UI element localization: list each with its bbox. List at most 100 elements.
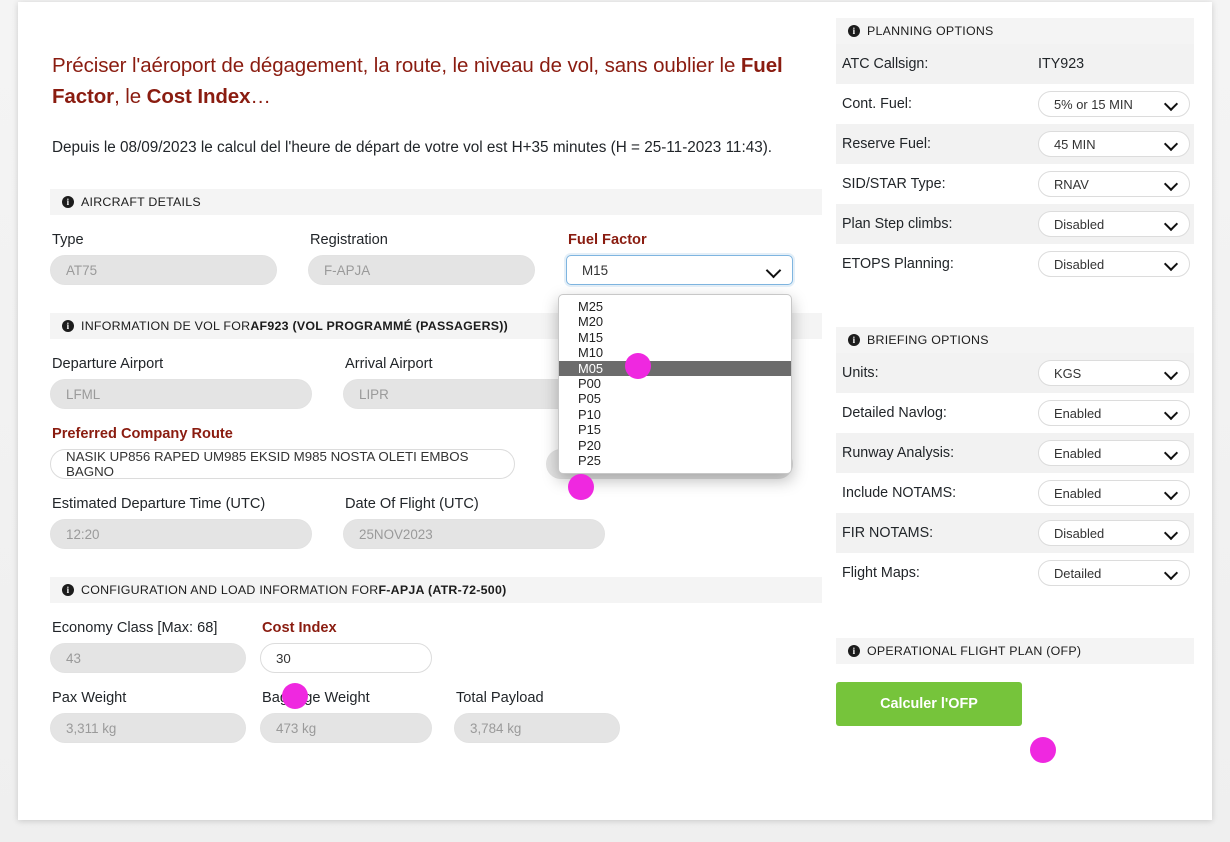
row-label: Include NOTAMS:: [842, 485, 957, 501]
cont-fuel-select[interactable]: 5% or 15 MIN: [1038, 91, 1190, 117]
type-input[interactable]: AT75: [50, 255, 277, 285]
calculate-ofp-button[interactable]: Calculer l'OFP: [836, 682, 1022, 726]
detailed-navlog-value: Enabled: [1054, 405, 1102, 421]
panel-header-briefing-options: i BRIEFING OPTIONS: [836, 327, 1194, 353]
section-header-configuration-load: i CONFIGURATION AND LOAD INFORMATION FOR…: [50, 577, 822, 603]
units-select[interactable]: KGS: [1038, 360, 1190, 386]
briefing-row-flight-maps: Flight Maps: Detailed: [836, 553, 1194, 593]
planning-row-plan-step-climbs: Plan Step climbs: Disabled: [836, 204, 1194, 244]
briefing-row-runway-analysis: Runway Analysis: Enabled: [836, 433, 1194, 473]
load-field-row-1: Economy Class [Max: 68] 43 Cost Index 30: [34, 603, 824, 673]
etops-planning-select[interactable]: Disabled: [1038, 251, 1190, 277]
pax-weight-label: Pax Weight: [52, 690, 127, 706]
row-label: Runway Analysis:: [842, 445, 955, 461]
info-icon: i: [62, 320, 74, 332]
dropdown-option[interactable]: M20: [559, 314, 791, 329]
plan-step-climbs-select[interactable]: Disabled: [1038, 211, 1190, 237]
reserve-fuel-select[interactable]: 45 MIN: [1038, 131, 1190, 157]
chevron-down-icon: [1163, 565, 1179, 581]
total-payload-label: Total Payload: [456, 690, 544, 706]
total-payload-input[interactable]: 3,784 kg: [454, 713, 620, 743]
row-label: Flight Maps:: [842, 565, 920, 581]
dropdown-option[interactable]: P00: [559, 376, 791, 391]
dropdown-option[interactable]: P10: [559, 407, 791, 422]
dropdown-option[interactable]: P05: [559, 391, 791, 406]
dof-label: Date Of Flight (UTC): [345, 496, 479, 512]
flight-header-bold: AF923 (VOL PROGRAMMÉ (PASSAGERS)): [250, 319, 509, 333]
flight-maps-select[interactable]: Detailed: [1038, 560, 1190, 586]
registration-input[interactable]: F-APJA: [308, 255, 535, 285]
flight-maps-value: Detailed: [1054, 565, 1102, 581]
chevron-down-icon: [1163, 136, 1179, 152]
pax-weight-input[interactable]: 3,311 kg: [50, 713, 246, 743]
runway-analysis-select[interactable]: Enabled: [1038, 440, 1190, 466]
panel-spacer-2: [836, 593, 1194, 638]
economy-class-input[interactable]: 43: [50, 643, 246, 673]
briefing-options-heading: BRIEFING OPTIONS: [867, 333, 989, 347]
fir-notams-select[interactable]: Disabled: [1038, 520, 1190, 546]
section-header-label: AIRCRAFT DETAILS: [81, 195, 201, 209]
chevron-down-icon: [1163, 96, 1179, 112]
info-icon: i: [848, 645, 860, 657]
right-column: i PLANNING OPTIONS ATC Callsign: ITY923 …: [836, 18, 1194, 726]
baggage-weight-input[interactable]: 473 kg: [260, 713, 432, 743]
intro-subtitle: Depuis le 08/09/2023 le calcul del l'heu…: [52, 139, 773, 156]
sid-star-type-value: RNAV: [1054, 176, 1089, 192]
fuel-factor-dropdown-list[interactable]: M25 M20 M15 M10 M05 P00 P05 P10 P15 P20 …: [558, 294, 792, 475]
sid-star-type-select[interactable]: RNAV: [1038, 171, 1190, 197]
fuel-factor-select[interactable]: M15: [566, 255, 793, 285]
info-icon: i: [62, 584, 74, 596]
briefing-row-units: Units: KGS: [836, 353, 1194, 393]
dropdown-option[interactable]: P25: [559, 453, 791, 468]
field-date-of-flight: Date Of Flight (UTC) 25NOV2023: [343, 479, 605, 549]
detailed-navlog-select[interactable]: Enabled: [1038, 400, 1190, 426]
field-preferred-route: Preferred Company Route NASIK UP856 RAPE…: [50, 409, 515, 479]
chevron-down-icon: [1163, 405, 1179, 421]
aircraft-field-row: Type AT75 Registration F-APJA Fuel Facto…: [34, 215, 824, 285]
include-notams-value: Enabled: [1054, 485, 1102, 501]
planning-options-rows: ATC Callsign: ITY923 Cont. Fuel: 5% or 1…: [836, 44, 1194, 284]
field-registration: Registration F-APJA: [308, 215, 535, 285]
chevron-down-icon: [1163, 256, 1179, 272]
row-label: Detailed Navlog:: [842, 405, 947, 421]
departure-airport-label: Departure Airport: [52, 356, 164, 372]
economy-class-label: Economy Class [Max: 68]: [52, 620, 218, 636]
briefing-row-detailed-navlog: Detailed Navlog: Enabled: [836, 393, 1194, 433]
atc-callsign-value: ITY923: [1038, 56, 1085, 72]
row-label: ETOPS Planning:: [842, 256, 954, 272]
click-marker-route-field: [568, 474, 594, 500]
row-label: Cont. Fuel:: [842, 96, 912, 112]
info-icon: i: [848, 334, 860, 346]
runway-analysis-value: Enabled: [1054, 445, 1102, 461]
dropdown-option[interactable]: M25: [559, 299, 791, 314]
departure-airport-input[interactable]: LFML: [50, 379, 312, 409]
preferred-route-input[interactable]: NASIK UP856 RAPED UM985 EKSID M985 NOSTA…: [50, 449, 515, 479]
dropdown-option[interactable]: P15: [559, 422, 791, 437]
edt-label: Estimated Departure Time (UTC): [52, 496, 266, 512]
planning-row-cont-fuel: Cont. Fuel: 5% or 15 MIN: [836, 84, 1194, 124]
dropdown-option[interactable]: M15: [559, 330, 791, 345]
briefing-row-fir-notams: FIR NOTAMS: Disabled: [836, 513, 1194, 553]
include-notams-select[interactable]: Enabled: [1038, 480, 1190, 506]
edt-input[interactable]: 12:20: [50, 519, 312, 549]
fuel-factor-label: Fuel Factor: [568, 232, 647, 248]
dropdown-option[interactable]: P20: [559, 438, 791, 453]
chevron-down-icon: [1163, 485, 1179, 501]
row-label: SID/STAR Type:: [842, 176, 946, 192]
cost-index-label: Cost Index: [262, 620, 337, 636]
dropdown-option-highlighted[interactable]: M05: [559, 360, 791, 376]
title-part-2: , le: [114, 85, 147, 108]
dropdown-option[interactable]: M10: [559, 345, 791, 360]
briefing-row-include-notams: Include NOTAMS: Enabled: [836, 473, 1194, 513]
planning-options-heading: PLANNING OPTIONS: [867, 24, 994, 38]
planning-row-atc-callsign: ATC Callsign: ITY923: [836, 44, 1194, 84]
dof-input[interactable]: 25NOV2023: [343, 519, 605, 549]
field-total-payload: Total Payload 3,784 kg: [454, 673, 620, 743]
field-departure-airport: Departure Airport LFML: [50, 339, 312, 409]
cost-index-input[interactable]: 30: [260, 643, 432, 673]
panel-header-planning-options: i PLANNING OPTIONS: [836, 18, 1194, 44]
load-field-row-2: Pax Weight 3,311 kg Baggage Weight 473 k…: [34, 673, 824, 743]
units-value: KGS: [1054, 365, 1082, 381]
planning-options-panel: i PLANNING OPTIONS ATC Callsign: ITY923 …: [836, 18, 1194, 284]
page-title: Préciser l'aéroport de dégagement, la ro…: [34, 2, 824, 112]
